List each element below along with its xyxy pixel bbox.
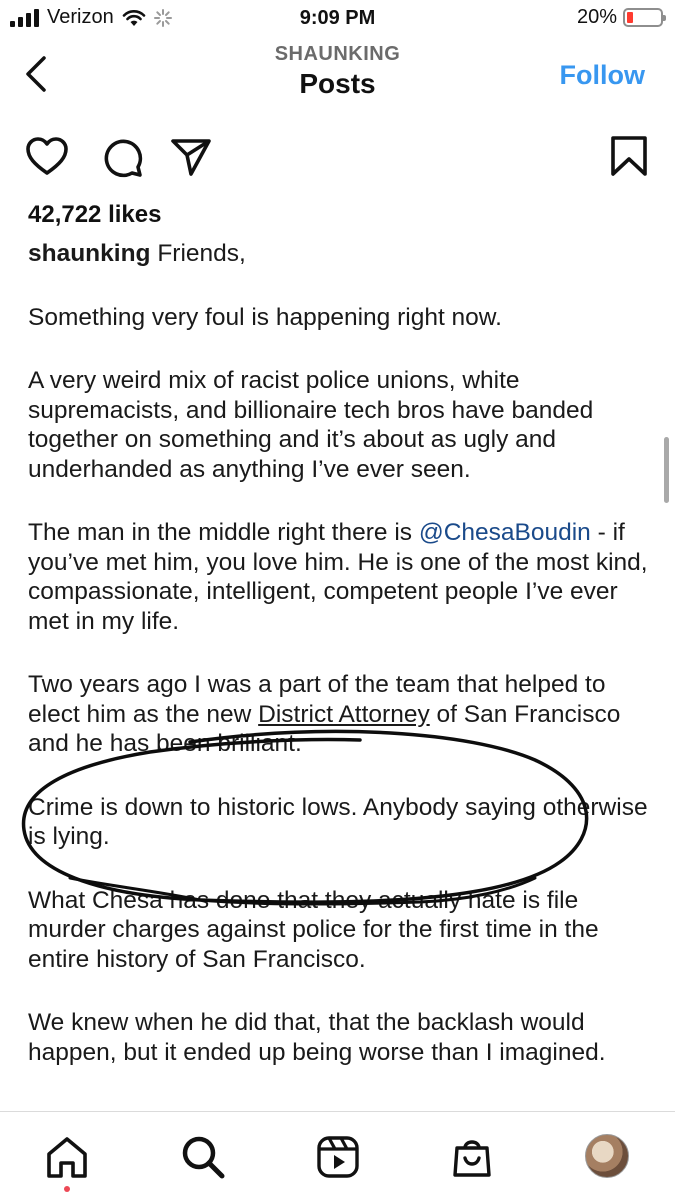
send-icon[interactable] [168, 134, 214, 180]
caption-paragraph: Crime is down to historic lows. Anybody … [28, 793, 648, 851]
page-header: SHAUNKING Posts Follow [0, 40, 675, 110]
mention-link[interactable]: @ChesaBoudin [419, 519, 591, 546]
follow-button[interactable]: Follow [560, 60, 645, 91]
caption-paragraph: What Chesa has done that they actually h… [28, 886, 599, 973]
caption-paragraph: We knew when he did that, that the backl… [28, 1009, 606, 1066]
status-bar: Verizon 9:09 PM 20% [0, 0, 675, 40]
status-time: 9:09 PM [299, 7, 376, 29]
comment-icon[interactable] [99, 134, 145, 180]
battery-percent: 20% [576, 6, 617, 28]
battery-icon [623, 8, 666, 27]
post-actions [0, 134, 675, 184]
caption-paragraph: shaunking Friends, [28, 239, 653, 269]
caption-text: Friends, [157, 240, 246, 267]
profile-avatar[interactable] [585, 1134, 629, 1178]
caption-paragraph: Something very foul is happening right n… [28, 303, 502, 331]
status-right: 20% [576, 6, 666, 29]
caption-paragraph: The man in the middle right there is @Ch… [28, 518, 653, 636]
scrollbar[interactable] [664, 437, 669, 503]
reels-icon[interactable] [315, 1134, 361, 1180]
bookmark-icon[interactable] [606, 134, 652, 180]
shop-icon[interactable] [449, 1134, 495, 1180]
author-username[interactable]: shaunking [28, 240, 151, 267]
bottom-nav [0, 1112, 675, 1200]
post-caption: shaunking Friends, Something very foul i… [28, 239, 653, 1101]
caption-text: The man in the middle right there is [28, 519, 419, 546]
home-icon[interactable] [44, 1134, 90, 1180]
heart-icon[interactable] [24, 134, 70, 180]
likes-count[interactable]: 42,722 likes [28, 201, 161, 229]
caption-paragraph: A very weird mix of racist police unions… [28, 367, 594, 483]
notification-dot [64, 1186, 70, 1192]
caption-paragraph: Two years ago I was a part of the team t… [28, 670, 653, 759]
underlined-text: District Attorney [258, 700, 430, 728]
search-icon[interactable] [180, 1134, 226, 1180]
